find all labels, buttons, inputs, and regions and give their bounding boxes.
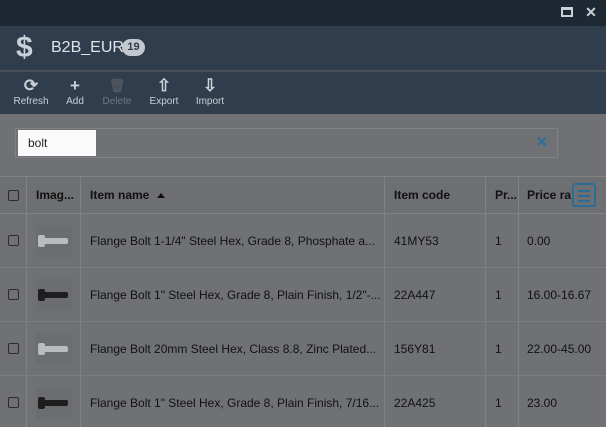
row-select-cell xyxy=(0,376,27,427)
row-pr: 1 xyxy=(486,214,519,267)
trash-icon: 🗑 xyxy=(108,78,126,93)
toolbar: ⟳ Refresh + Add 🗑 Delete ⇧ Export ⇩ Impo… xyxy=(0,72,606,114)
maximize-icon[interactable] xyxy=(560,5,574,19)
refresh-label: Refresh xyxy=(13,96,49,107)
column-header-pr[interactable]: Pr... xyxy=(486,177,519,213)
zinc-bolt-thumbnail xyxy=(36,224,72,257)
export-label: Export xyxy=(149,96,179,107)
row-select-cell xyxy=(0,268,27,321)
refresh-button[interactable]: ⟳ Refresh xyxy=(12,76,50,108)
plus-icon: + xyxy=(70,76,80,95)
table-row[interactable]: Flange Bolt 1" Steel Hex, Grade 8, Plain… xyxy=(0,268,606,322)
row-image-cell xyxy=(27,322,81,375)
black-bolt-thumbnail xyxy=(36,278,72,311)
search-bar: ✕ xyxy=(15,128,558,158)
row-image-cell xyxy=(27,268,81,321)
row-pr: 1 xyxy=(486,376,519,427)
items-grid: Imag... Item name Item code Pr... Price … xyxy=(0,176,606,427)
count-badge: 19 xyxy=(122,39,145,56)
row-checkbox[interactable] xyxy=(7,397,19,408)
row-pr: 1 xyxy=(486,322,519,375)
import-label: Import xyxy=(195,96,225,107)
row-price-range: 0.00 xyxy=(527,233,551,248)
select-all-checkbox[interactable] xyxy=(7,189,19,201)
row-select-cell xyxy=(0,214,27,267)
add-button[interactable]: + Add xyxy=(62,76,88,108)
row-checkbox[interactable] xyxy=(7,289,19,300)
page-title: B2B_EUR xyxy=(51,39,124,56)
row-item-name: Flange Bolt 20mm Steel Hex, Class 8.8, Z… xyxy=(81,322,385,375)
search-input[interactable] xyxy=(18,130,96,156)
row-price-range: 23.00 xyxy=(527,395,558,410)
row-item-name: Flange Bolt 1" Steel Hex, Grade 8, Plain… xyxy=(81,268,385,321)
table-row[interactable]: Flange Bolt 20mm Steel Hex, Class 8.8, Z… xyxy=(0,322,606,376)
row-image-cell xyxy=(27,214,81,267)
sort-ascending-icon xyxy=(157,192,166,198)
close-icon[interactable]: ✕ xyxy=(584,5,598,19)
upload-icon: ⇧ xyxy=(156,76,172,95)
import-button[interactable]: ⇩ Import xyxy=(192,76,228,108)
refresh-icon: ⟳ xyxy=(23,76,39,95)
row-item-name: Flange Bolt 1" Steel Hex, Grade 8, Plain… xyxy=(81,376,385,427)
grid-header: Imag... Item name Item code Pr... Price … xyxy=(0,176,606,214)
table-row[interactable]: Flange Bolt 1-1/4" Steel Hex, Grade 8, P… xyxy=(0,214,606,268)
black-bolt-thumbnail xyxy=(36,386,72,419)
row-item-code: 156Y81 xyxy=(385,322,486,375)
page-header: $ B2B_EUR 19 xyxy=(0,26,606,71)
row-image-cell xyxy=(27,376,81,427)
row-item-code: 22A425 xyxy=(385,376,486,427)
row-item-name: Flange Bolt 1-1/4" Steel Hex, Grade 8, P… xyxy=(81,214,385,267)
row-price-range: 16.00-16.67 xyxy=(527,287,592,302)
clear-icon[interactable]: ✕ xyxy=(535,134,548,152)
row-item-code: 41MY53 xyxy=(385,214,486,267)
zinc-bolt-thumbnail xyxy=(36,332,72,365)
column-header-item-code[interactable]: Item code xyxy=(385,177,486,213)
column-header-item-name-label: Item name xyxy=(90,188,150,202)
window-titlebar: ✕ xyxy=(0,0,606,26)
row-checkbox[interactable] xyxy=(7,343,19,354)
content-area: ✕ Imag... Item name Item code Pr... Pric… xyxy=(0,114,606,427)
table-row[interactable]: Flange Bolt 1" Steel Hex, Grade 8, Plain… xyxy=(0,376,606,427)
row-select-cell xyxy=(0,322,27,375)
delete-label: Delete xyxy=(102,96,132,107)
download-icon: ⇩ xyxy=(202,76,218,95)
export-button[interactable]: ⇧ Export xyxy=(146,76,182,108)
column-header-image[interactable]: Imag... xyxy=(27,177,81,213)
row-price-range: 22.00-45.00 xyxy=(527,341,592,356)
add-label: Add xyxy=(66,96,84,107)
column-menu-icon[interactable] xyxy=(572,183,596,207)
dollar-icon: $ xyxy=(16,31,33,64)
column-header-item-name[interactable]: Item name xyxy=(81,177,385,213)
row-item-code: 22A447 xyxy=(385,268,486,321)
select-all-cell xyxy=(0,177,27,213)
delete-button[interactable]: 🗑 Delete xyxy=(100,76,134,108)
row-pr: 1 xyxy=(486,268,519,321)
row-checkbox[interactable] xyxy=(7,235,19,246)
